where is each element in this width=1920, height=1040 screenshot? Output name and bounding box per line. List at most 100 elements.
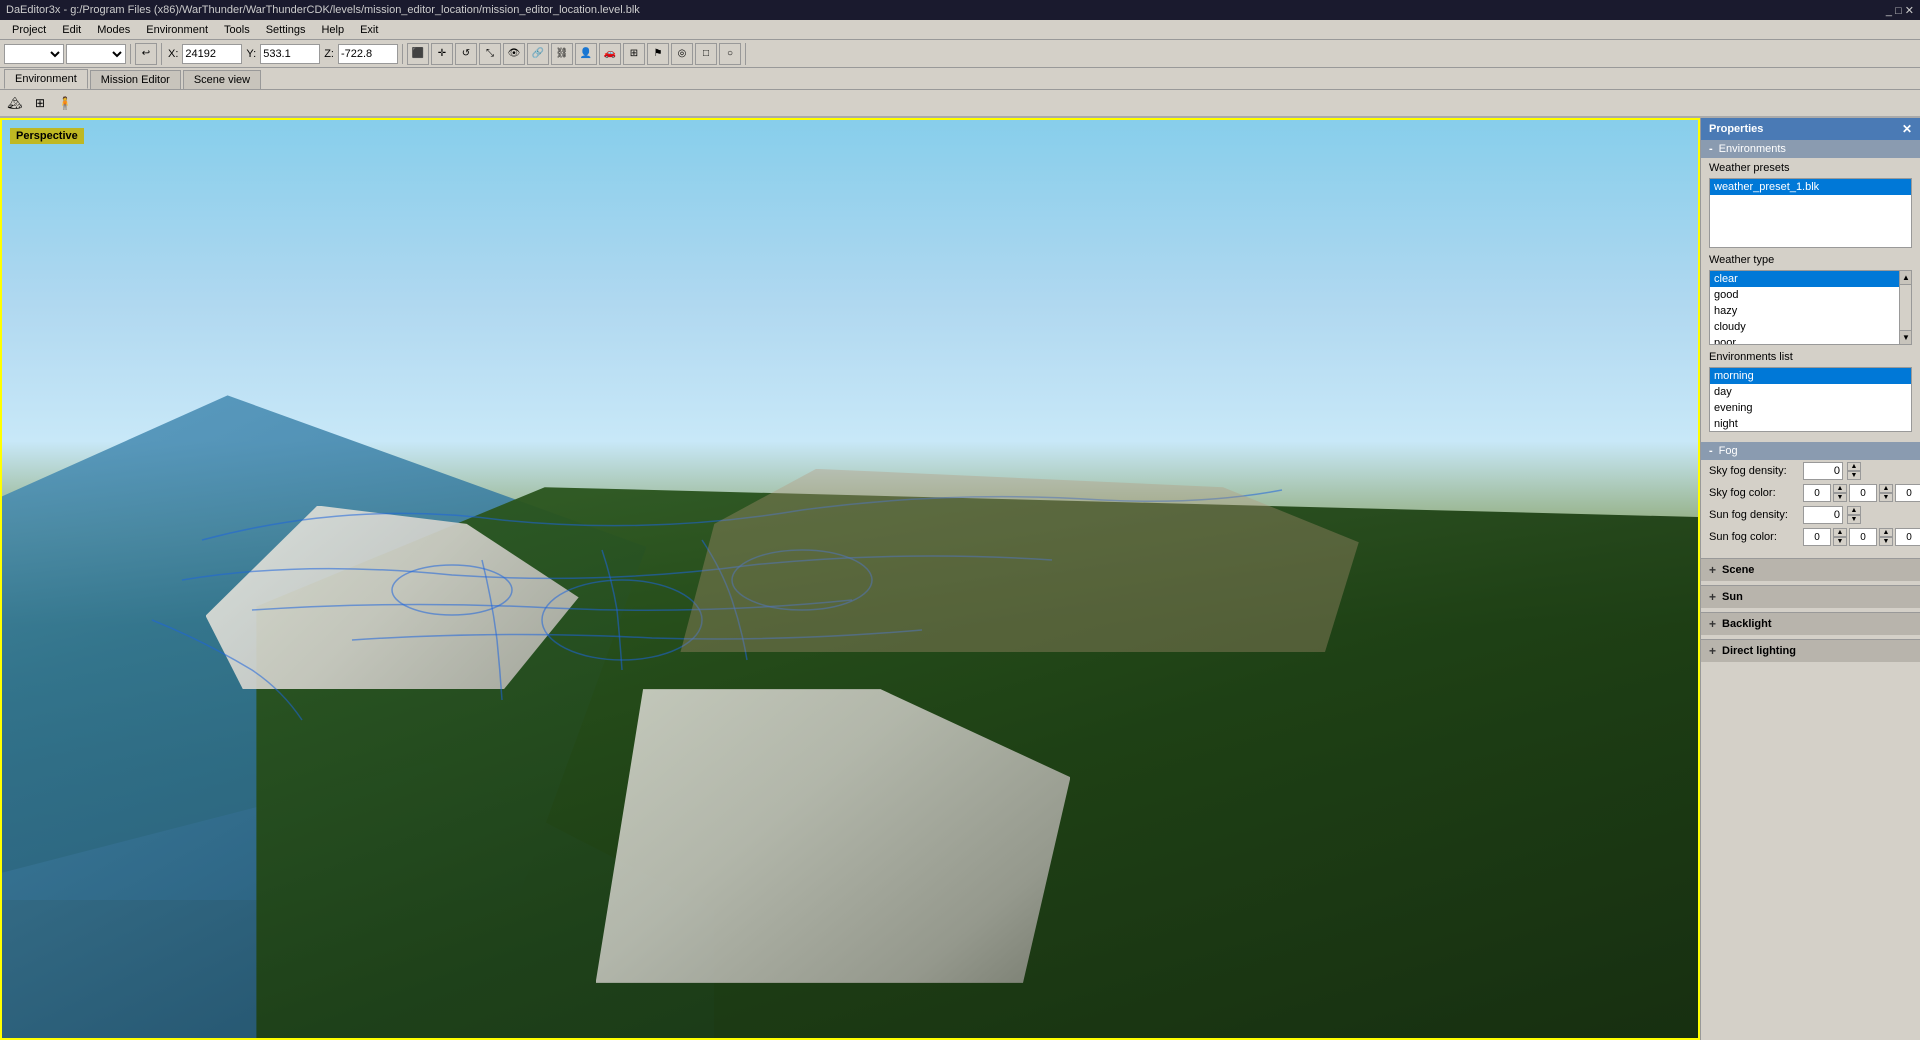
weather-type-scroll-down[interactable]: ▼	[1900, 330, 1911, 344]
sun-section-label: Sun	[1722, 591, 1743, 603]
town-area	[680, 469, 1358, 653]
sun-fog-density-up[interactable]: ▲	[1847, 506, 1861, 515]
panel-header: Properties ✕	[1701, 118, 1920, 140]
sky-fog-b[interactable]	[1895, 484, 1920, 502]
sky-fog-r-spin: ▲ ▼	[1833, 484, 1847, 502]
scene-section[interactable]: + Scene	[1701, 558, 1920, 581]
fog-collapse-btn[interactable]: -	[1709, 445, 1713, 457]
toolbar-select[interactable]	[4, 44, 64, 64]
sky-fog-color-inputs: ▲ ▼ ▲ ▼ ▲ ▼	[1803, 484, 1920, 502]
sun-fog-density-down[interactable]: ▼	[1847, 515, 1861, 524]
viewport-label: Perspective	[10, 128, 84, 144]
minimize-btn[interactable]: _	[1886, 5, 1892, 17]
menu-exit[interactable]: Exit	[352, 22, 386, 38]
weather-type-scroll-up[interactable]: ▲	[1900, 271, 1911, 285]
sun-plus-icon: +	[1709, 590, 1716, 604]
backlight-section[interactable]: + Backlight	[1701, 612, 1920, 635]
box-btn[interactable]: □	[695, 43, 717, 65]
weather-type-clear[interactable]: clear	[1710, 271, 1899, 287]
weather-presets-list[interactable]: weather_preset_1.blk	[1709, 178, 1912, 248]
sky-fog-g-up[interactable]: ▲	[1879, 484, 1893, 493]
select-tool-btn[interactable]: ⬛	[407, 43, 429, 65]
sun-fog-r-up[interactable]: ▲	[1833, 528, 1847, 537]
scale-tool-btn[interactable]: ⤡	[479, 43, 501, 65]
person-btn[interactable]: 👤	[575, 43, 597, 65]
sky-fog-r-up[interactable]: ▲	[1833, 484, 1847, 493]
eye-tool-btn[interactable]: 👁	[503, 43, 525, 65]
menu-modes[interactable]: Modes	[89, 22, 138, 38]
sky-fog-density-spin: ▲ ▼	[1847, 462, 1861, 480]
weather-type-cloudy[interactable]: cloudy	[1710, 319, 1899, 335]
toolbar-nav-group: ↩	[135, 43, 162, 65]
menu-tools[interactable]: Tools	[216, 22, 258, 38]
sun-fog-g-down[interactable]: ▼	[1879, 537, 1893, 546]
menu-edit[interactable]: Edit	[54, 22, 89, 38]
sun-fog-density-input[interactable]	[1803, 506, 1843, 524]
sky-fog-density-up[interactable]: ▲	[1847, 462, 1861, 471]
move-tool-btn[interactable]: ✛	[431, 43, 453, 65]
panel-close-btn[interactable]: ✕	[1902, 122, 1912, 136]
rotate-tool-btn[interactable]: ↺	[455, 43, 477, 65]
sky-fog-density-down[interactable]: ▼	[1847, 471, 1861, 480]
title-bar: DaEditor3x - g:/Program Files (x86)/WarT…	[0, 0, 1920, 20]
weather-type-list[interactable]: clear good hazy cloudy poor blind ▲ ▼	[1709, 270, 1912, 345]
menu-environment[interactable]: Environment	[138, 22, 216, 38]
tab-mission-editor[interactable]: Mission Editor	[90, 70, 181, 89]
person-icon-btn[interactable]: 🧍	[54, 92, 76, 114]
viewport[interactable]: Perspective	[0, 118, 1700, 1040]
fog-section-header[interactable]: - Fog	[1701, 442, 1920, 460]
sky-fog-density-input[interactable]	[1803, 462, 1843, 480]
env-morning[interactable]: morning	[1710, 368, 1911, 384]
env-night[interactable]: night	[1710, 416, 1911, 432]
grid-icon-btn[interactable]: ⊞	[29, 92, 51, 114]
sky-fog-color-label: Sky fog color:	[1709, 487, 1799, 499]
environments-section-header[interactable]: - Environments	[1701, 140, 1920, 158]
sun-fog-g-up[interactable]: ▲	[1879, 528, 1893, 537]
sky-fog-g-down[interactable]: ▼	[1879, 493, 1893, 502]
unlink-btn[interactable]: ⛓	[551, 43, 573, 65]
tab-bar: Environment Mission Editor Scene view	[0, 68, 1920, 90]
undo-btn[interactable]: ↩	[135, 43, 157, 65]
main-content: Perspective Properties ✕ - Environments …	[0, 118, 1920, 1040]
environments-collapse-btn[interactable]: -	[1709, 143, 1713, 155]
weather-type-good[interactable]: good	[1710, 287, 1899, 303]
env-day[interactable]: day	[1710, 384, 1911, 400]
menu-settings[interactable]: Settings	[258, 22, 314, 38]
tab-scene-view[interactable]: Scene view	[183, 70, 261, 89]
toolbar-select2[interactable]	[66, 44, 126, 64]
direct-lighting-section[interactable]: + Direct lighting	[1701, 639, 1920, 662]
sun-fog-b[interactable]	[1895, 528, 1920, 546]
circle-btn[interactable]: ○	[719, 43, 741, 65]
sun-fog-r-down[interactable]: ▼	[1833, 537, 1847, 546]
sky-fog-g[interactable]	[1849, 484, 1877, 502]
link-btn[interactable]: 🔗	[527, 43, 549, 65]
weather-preset-item-0[interactable]: weather_preset_1.blk	[1710, 179, 1911, 195]
tab-environment[interactable]: Environment	[4, 69, 88, 89]
x-input[interactable]	[182, 44, 242, 64]
env-evening[interactable]: evening	[1710, 400, 1911, 416]
sun-fog-g[interactable]	[1849, 528, 1877, 546]
sky-fog-g-spin: ▲ ▼	[1879, 484, 1893, 502]
close-btn[interactable]: ✕	[1905, 5, 1914, 17]
sun-fog-color-row: Sun fog color: ▲ ▼ ▲ ▼ ▲ ▼	[1701, 526, 1920, 548]
sky-fog-r[interactable]	[1803, 484, 1831, 502]
menu-project[interactable]: Project	[4, 22, 54, 38]
target-btn[interactable]: ◎	[671, 43, 693, 65]
sky-fog-r-down[interactable]: ▼	[1833, 493, 1847, 502]
landscape-icon-btn[interactable]: 🏔	[4, 92, 26, 114]
grid-btn[interactable]: ⊞	[623, 43, 645, 65]
menu-help[interactable]: Help	[313, 22, 352, 38]
sun-fog-color-label: Sun fog color:	[1709, 531, 1799, 543]
y-input[interactable]	[260, 44, 320, 64]
car-btn[interactable]: 🚗	[599, 43, 621, 65]
maximize-btn[interactable]: □	[1895, 5, 1902, 17]
weather-type-poor[interactable]: poor	[1710, 335, 1899, 344]
z-input[interactable]	[338, 44, 398, 64]
weather-type-hazy[interactable]: hazy	[1710, 303, 1899, 319]
toolbar: ↩ X: Y: Z: ⬛ ✛ ↺ ⤡ 👁 🔗 ⛓ 👤 🚗 ⊞ ⚑ ◎ □ ○	[0, 40, 1920, 68]
flag-btn[interactable]: ⚑	[647, 43, 669, 65]
sun-fog-density-row: Sun fog density: ▲ ▼	[1701, 504, 1920, 526]
sun-section[interactable]: + Sun	[1701, 585, 1920, 608]
sun-fog-r[interactable]	[1803, 528, 1831, 546]
environments-list[interactable]: morning day evening night	[1709, 367, 1912, 432]
